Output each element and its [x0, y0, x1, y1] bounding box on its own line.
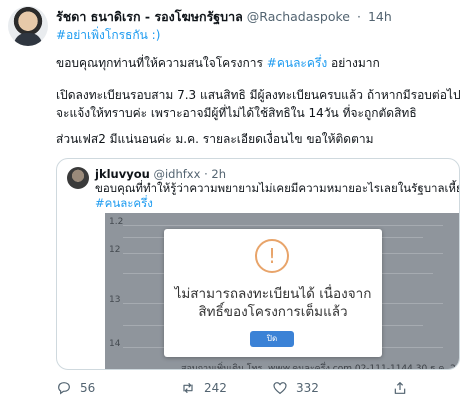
warning-icon: ! [255, 239, 289, 273]
quoted-hashtag-link[interactable]: #คนละครึ่ง [95, 196, 153, 211]
retweet-button[interactable]: 242 [180, 378, 227, 398]
doc-number: 1.2 [109, 217, 124, 227]
doc-number: 13 [109, 295, 121, 305]
quoted-tweet-header: jkluvyou @idhfxx · 2h [95, 167, 226, 181]
retweet-icon [183, 382, 193, 394]
tweet-text-line-4: ส่วนเฟส2 มีแน่นอนค่ะ ม.ค. รายละเอียดเงื่… [56, 132, 374, 146]
hashtag-line[interactable]: #อย่าเพิ่งโกรธกัน :) [56, 26, 160, 44]
tweet-header: รัชดา ธนาดิเรก - รองโฆษกรัฐบาล @Rachadas… [56, 8, 392, 26]
reply-icon [58, 382, 70, 395]
heart-icon [273, 382, 287, 395]
author-name[interactable]: รัชดา ธนาดิเรก - รองโฆษกรัฐบาล [56, 9, 243, 24]
quoted-author-name[interactable]: jkluvyou [95, 167, 150, 181]
tweet-card[interactable]: รัชดา ธนาดิเรก - รองโฆษกรัฐบาล @Rachadas… [0, 0, 474, 406]
tweet-actions: 56 242 332 [56, 378, 460, 398]
share-button[interactable] [392, 378, 416, 398]
like-count: 332 [296, 381, 319, 395]
close-dialog-button: ปิด [250, 331, 294, 347]
quoted-author-avatar[interactable] [67, 167, 89, 189]
tweet-text-line-3: จะแจ้งให้ทราบค่ะ เพราะอาจมีผู้ที่ไม่ได้ใ… [56, 106, 417, 120]
quoted-tweet-text: ขอบคุณที่ทำให้รู้ว่าความพยายามไม่เคยมีคว… [95, 181, 460, 195]
error-dialog: ! ไม่สามารถลงทะเบียนได้ เนื่องจาก สิทธิ์… [164, 229, 382, 357]
share-icon [394, 382, 406, 394]
retweet-count: 242 [204, 381, 227, 395]
quoted-tweet[interactable]: jkluvyou @idhfxx · 2h ขอบคุณที่ทำให้รู้ว… [56, 158, 460, 370]
reply-button[interactable]: 56 [56, 378, 95, 398]
hashtag-link[interactable]: #คนละครึ่ง [267, 56, 327, 70]
quoted-tweet-timestamp[interactable]: 2h [211, 167, 226, 181]
like-button[interactable]: 332 [272, 378, 319, 398]
doc-footer-text: สอบถามเพิ่มเติม โทร. www.คนละครึ่ง.com 0… [181, 364, 460, 370]
error-message-line-1: ไม่สามารถลงทะเบียนได้ เนื่องจาก [174, 286, 372, 302]
tweet-text-line-1: ขอบคุณทุกท่านที่ให้ความสนใจโครงการ #คนละ… [56, 54, 380, 72]
reply-count: 56 [80, 381, 96, 395]
error-message-line-2: สิทธิ์ของโครงการเต็มแล้ว [198, 304, 348, 320]
quoted-author-handle[interactable]: @idhfxx [153, 167, 200, 181]
tweet-timestamp[interactable]: 14h [368, 9, 392, 24]
separator-dot: · [356, 9, 361, 24]
tweet-text-line-1-suffix: อย่างมาก [327, 56, 380, 70]
doc-number: 12 [109, 245, 121, 255]
quoted-tweet-image[interactable]: 1.2 12 13 14 ! ไม่สามารถลงทะเบียนได้ เนื… [105, 213, 460, 370]
quoted-separator-dot: · [204, 167, 208, 181]
tweet-text-line-1-prefix: ขอบคุณทุกท่านที่ให้ความสนใจโครงการ [56, 56, 267, 70]
author-avatar[interactable] [8, 6, 48, 46]
tweet-text-line-2: เปิดลงทะเบียนรอบสาม 7.3 แสนสิทธิ มีผู้ลง… [56, 88, 461, 102]
author-handle[interactable]: @Rachadaspoke [247, 9, 350, 24]
doc-number: 14 [109, 339, 121, 349]
